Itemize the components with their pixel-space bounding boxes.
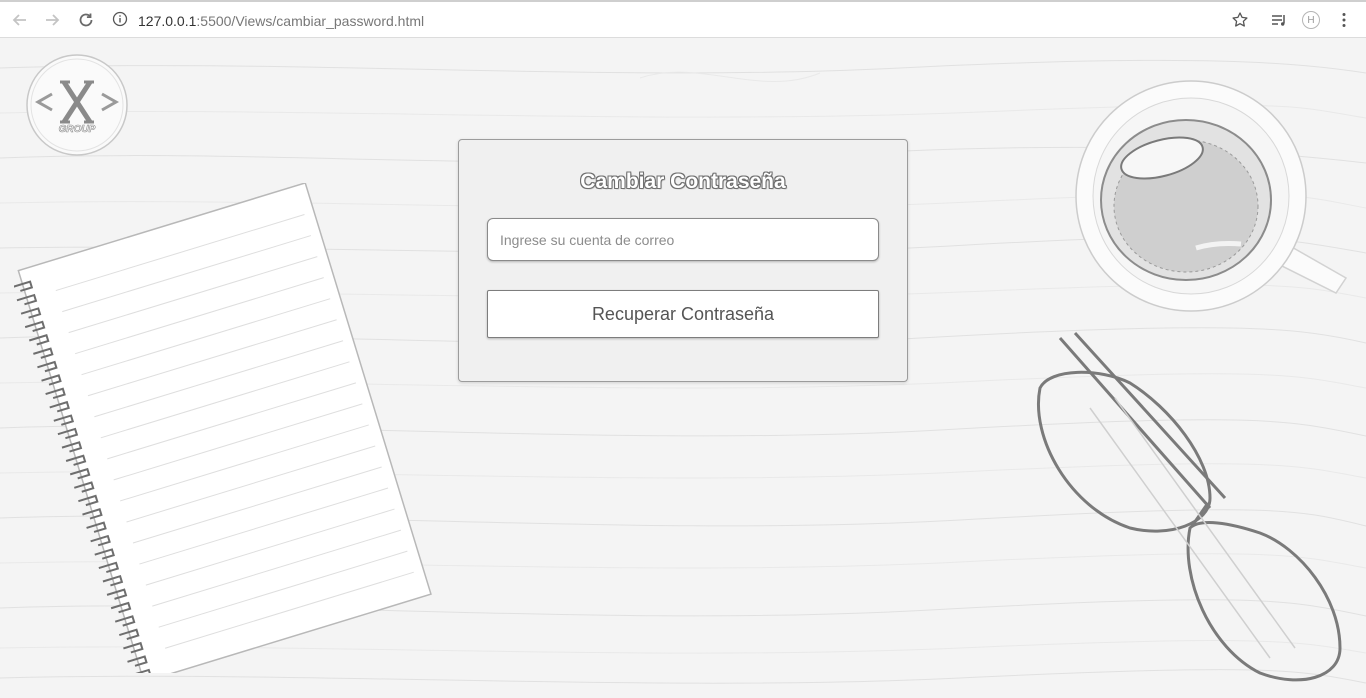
url-path: :5500/Views/cambiar_password.html [196, 13, 425, 29]
url-host: 127.0.0.1 [138, 13, 197, 29]
forward-arrow-icon[interactable] [40, 8, 64, 32]
card-title: Cambiar Contraseña [580, 170, 786, 193]
address-bar[interactable]: 127.0.0.1:5500/Views/cambiar_password.ht… [112, 8, 424, 34]
profile-avatar: H [1302, 11, 1320, 29]
coffee-cup-illustration [1075, 80, 1348, 312]
reading-list-icon[interactable] [1267, 8, 1291, 32]
notebook-illustration [14, 183, 432, 673]
email-input[interactable] [487, 218, 879, 261]
recover-password-button[interactable]: Recuperar Contraseña [487, 290, 879, 338]
back-arrow-icon[interactable] [8, 8, 32, 32]
reload-icon[interactable] [74, 8, 98, 32]
profile-button[interactable]: H [1299, 8, 1323, 32]
star-icon[interactable] [1228, 8, 1252, 32]
menu-dots-icon[interactable] [1332, 8, 1356, 32]
change-password-card: Cambiar Contraseña Recuperar Contraseña [458, 139, 908, 382]
svg-text:GROUP: GROUP [59, 124, 96, 135]
info-icon[interactable] [112, 11, 128, 32]
page-background: GROUP Cambiar Contraseña Ingrese su cuen… [0, 38, 1366, 698]
group-logo: GROUP [26, 54, 128, 156]
eyeglasses-illustration [1037, 331, 1342, 682]
browser-toolbar: 127.0.0.1:5500/Views/cambiar_password.ht… [0, 0, 1366, 38]
